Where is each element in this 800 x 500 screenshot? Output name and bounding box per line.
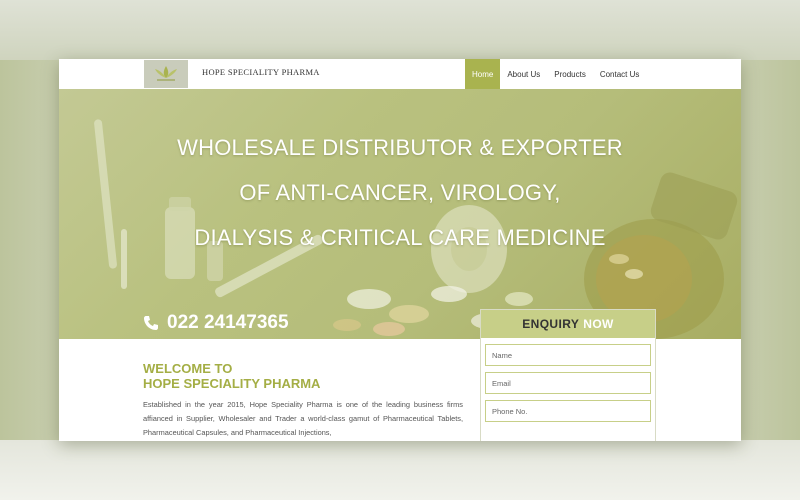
main-nav: Home About Us Products Contact Us <box>465 59 646 89</box>
enquiry-title: ENQUIRY <box>522 317 580 331</box>
nav-about-us[interactable]: About Us <box>500 59 547 89</box>
welcome-paragraph: Established in the year 2015, Hope Speci… <box>143 400 463 437</box>
phone-icon <box>144 316 158 330</box>
email-field[interactable]: Email <box>485 372 651 394</box>
lotus-logo-icon <box>155 66 177 81</box>
enquiry-form: ENQUIRY NOW Name Email Phone No. <box>480 309 656 441</box>
hero-banner: WHOLESALE DISTRIBUTOR & EXPORTER OF ANTI… <box>59 89 741 339</box>
background-blur-left <box>0 60 60 440</box>
logo[interactable] <box>144 60 188 88</box>
brand-name: HOPE SPECIALITY PHARMA <box>202 67 320 77</box>
hero-phone[interactable]: 022 24147365 <box>143 312 289 334</box>
background-blur-right <box>740 60 800 440</box>
welcome-heading-line-2: HOPE SPECIALITY PHARMA <box>143 376 321 391</box>
hero-heading-line-1: WHOLESALE DISTRIBUTOR & EXPORTER <box>177 135 623 160</box>
nav-home[interactable]: Home <box>465 59 501 89</box>
welcome-heading: WELCOME TO HOPE SPECIALITY PHARMA <box>143 361 320 391</box>
welcome-heading-line-1: WELCOME TO <box>143 361 233 376</box>
phone-field[interactable]: Phone No. <box>485 400 651 422</box>
enquiry-header: ENQUIRY NOW <box>481 310 655 338</box>
hero-heading-line-2: OF ANTI-CANCER, VIROLOGY, <box>239 180 561 205</box>
site-header: HOPE SPECIALITY PHARMA Home About Us Pro… <box>59 59 741 90</box>
enquiry-title-accent: NOW <box>583 317 614 331</box>
background-blur-top <box>0 0 800 60</box>
name-field[interactable]: Name <box>485 344 651 366</box>
nav-contact-us[interactable]: Contact Us <box>593 59 647 89</box>
website-frame: HOPE SPECIALITY PHARMA Home About Us Pro… <box>59 59 741 441</box>
phone-number: 022 24147365 <box>167 312 289 333</box>
pharma-background-illustration <box>94 119 738 339</box>
hero-heading-line-3: DIALYSIS & CRITICAL CARE MEDICINE <box>194 225 606 250</box>
background-blur-bottom <box>0 440 800 500</box>
nav-products[interactable]: Products <box>547 59 593 89</box>
